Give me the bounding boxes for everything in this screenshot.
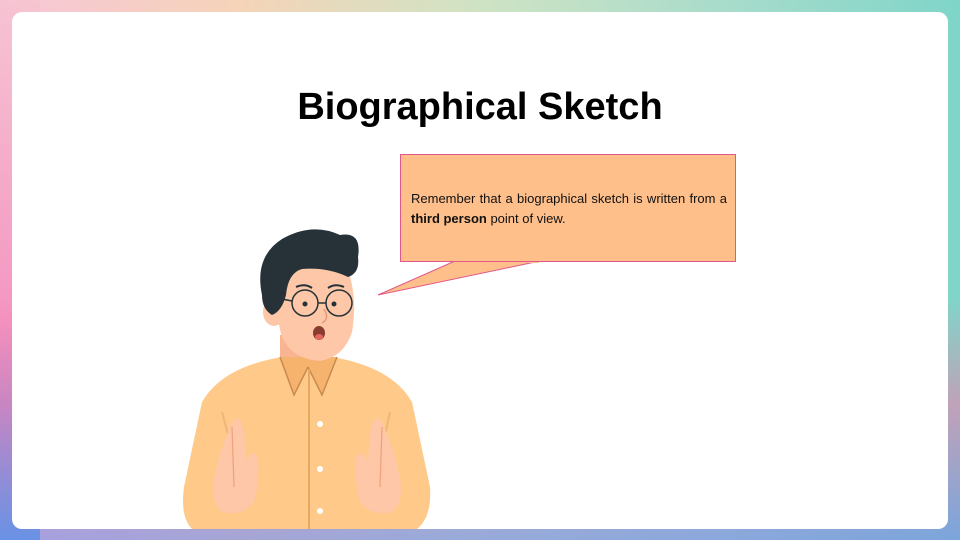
man-talking-illustration <box>183 229 431 529</box>
speech-bubble-text: Remember that a biographical sketch is w… <box>411 189 727 229</box>
slide-frame: Biographical Sketch Remember that a biog… <box>0 0 960 540</box>
slide-title: Biographical Sketch <box>297 86 663 128</box>
slide-canvas: Biographical Sketch Remember that a biog… <box>12 12 948 529</box>
bubble-text-end: point of view. <box>486 211 566 226</box>
bubble-text-start: Remember that a biographical sketch is w… <box>411 191 727 206</box>
